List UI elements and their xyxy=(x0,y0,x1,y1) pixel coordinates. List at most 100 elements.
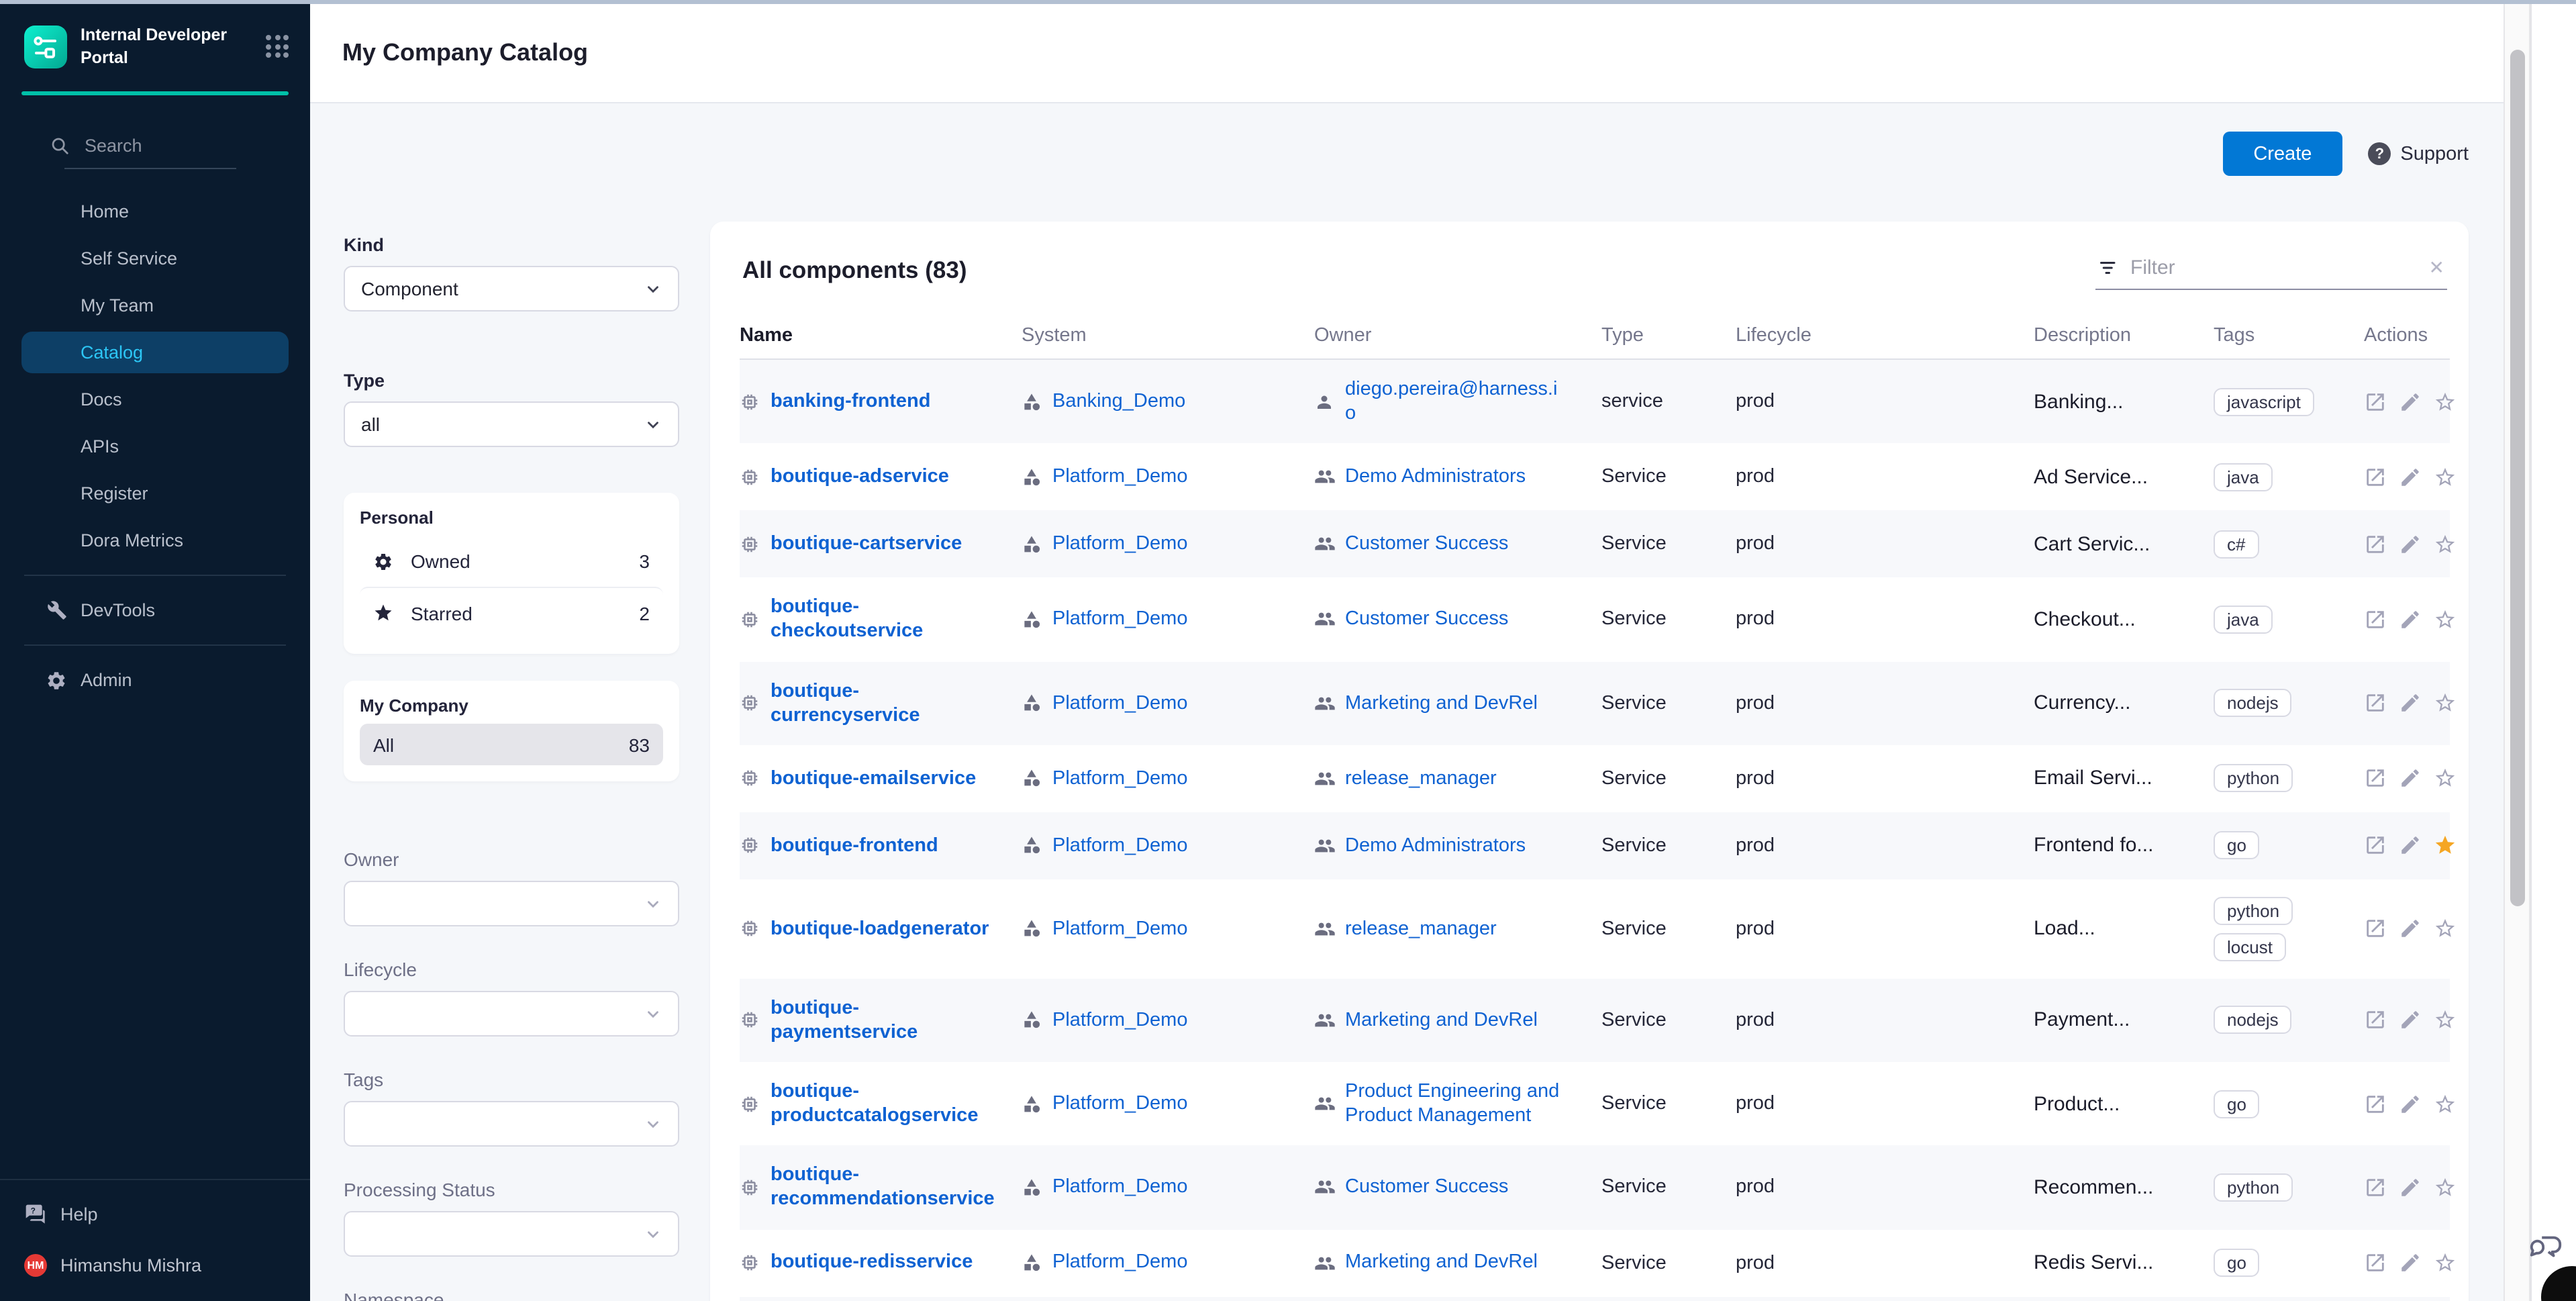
page-scrollbar[interactable] xyxy=(2530,4,2576,1301)
column-header-owner[interactable]: Owner xyxy=(1314,325,1601,346)
system-link[interactable]: Banking_Demo xyxy=(1052,389,1185,414)
owner-link[interactable]: Customer Success xyxy=(1345,608,1508,632)
apps-grid-icon[interactable] xyxy=(266,35,289,58)
company-filter-all[interactable]: All 83 xyxy=(360,724,663,765)
open-in-new-icon[interactable] xyxy=(2364,691,2387,714)
scrollbar-thumb[interactable] xyxy=(2510,50,2525,906)
edit-icon[interactable] xyxy=(2399,1009,2422,1032)
filter-input[interactable] xyxy=(2130,256,2417,279)
sidebar-item-register[interactable]: Register xyxy=(21,473,289,514)
processing-status-select[interactable] xyxy=(344,1211,679,1257)
component-name-link[interactable]: boutique-loadgenerator xyxy=(771,916,989,941)
brand-block[interactable]: Internal Developer Portal xyxy=(0,4,310,85)
user-menu[interactable]: HM Himanshu Mishra xyxy=(24,1254,310,1277)
system-link[interactable]: Platform_Demo xyxy=(1052,1092,1187,1116)
open-in-new-icon[interactable] xyxy=(2364,1092,2387,1115)
edit-icon[interactable] xyxy=(2399,608,2422,631)
type-select[interactable]: all xyxy=(344,401,679,447)
owner-link[interactable]: release_manager xyxy=(1345,916,1497,941)
owner-link[interactable]: Customer Success xyxy=(1345,1175,1508,1200)
open-in-new-icon[interactable] xyxy=(2364,1176,2387,1199)
column-header-description[interactable]: Description xyxy=(2034,325,2214,346)
owner-link[interactable]: Marketing and DevRel xyxy=(1345,691,1538,715)
system-link[interactable]: Platform_Demo xyxy=(1052,1008,1187,1032)
owner-link[interactable]: Product Engineering and Product Manageme… xyxy=(1345,1079,1563,1128)
sidebar-item-docs[interactable]: Docs xyxy=(21,379,289,420)
sidebar-item-admin[interactable]: Admin xyxy=(21,659,289,701)
owner-link[interactable]: diego.pereira@harness.io xyxy=(1345,377,1563,426)
owner-link[interactable]: Demo Administrators xyxy=(1345,465,1526,489)
edit-icon[interactable] xyxy=(2399,918,2422,941)
component-name-link[interactable]: boutique-adservice xyxy=(771,465,949,489)
component-name-link[interactable]: boutique-productcatalogservice xyxy=(771,1079,1001,1128)
open-in-new-icon[interactable] xyxy=(2364,918,2387,941)
star-icon[interactable] xyxy=(2434,1009,2457,1032)
sidebar-item-dora-metrics[interactable]: Dora Metrics xyxy=(21,520,289,561)
personal-filter-starred[interactable]: Starred 2 xyxy=(360,587,663,638)
component-name-link[interactable]: boutique-emailservice xyxy=(771,766,976,790)
edit-icon[interactable] xyxy=(2399,466,2422,489)
open-in-new-icon[interactable] xyxy=(2364,1251,2387,1274)
open-in-new-icon[interactable] xyxy=(2364,767,2387,790)
chat-widget-icon[interactable] xyxy=(2528,1230,2564,1266)
component-name-link[interactable]: boutique-cartservice xyxy=(771,532,962,556)
star-icon[interactable] xyxy=(2434,691,2457,714)
lifecycle-select[interactable] xyxy=(344,991,679,1037)
sidebar-item-apis[interactable]: APIs xyxy=(21,426,289,467)
star-icon[interactable] xyxy=(2434,466,2457,489)
column-header-lifecycle[interactable]: Lifecycle xyxy=(1736,325,2034,346)
sidebar-item-my-team[interactable]: My Team xyxy=(21,285,289,326)
sidebar-item-catalog[interactable]: Catalog xyxy=(21,332,289,373)
support-button[interactable]: ? Support xyxy=(2368,142,2469,165)
system-link[interactable]: Platform_Demo xyxy=(1052,916,1187,941)
component-name-link[interactable]: boutique-frontend xyxy=(771,833,938,857)
column-header-type[interactable]: Type xyxy=(1601,325,1736,346)
system-link[interactable]: Platform_Demo xyxy=(1052,1175,1187,1200)
column-header-system[interactable]: System xyxy=(1022,325,1314,346)
owner-link[interactable]: Customer Success xyxy=(1345,532,1508,556)
open-in-new-icon[interactable] xyxy=(2364,608,2387,631)
edit-icon[interactable] xyxy=(2399,1092,2422,1115)
kind-select[interactable]: Component xyxy=(344,266,679,311)
system-link[interactable]: Platform_Demo xyxy=(1052,608,1187,632)
owner-link[interactable]: Demo Administrators xyxy=(1345,833,1526,857)
star-icon[interactable] xyxy=(2434,1092,2457,1115)
component-name-link[interactable]: boutique-redisservice xyxy=(771,1251,973,1275)
clear-filter-icon[interactable]: ✕ xyxy=(2429,256,2444,279)
sidebar-item-devtools[interactable]: DevTools xyxy=(21,589,289,631)
system-link[interactable]: Platform_Demo xyxy=(1052,766,1187,790)
star-icon[interactable] xyxy=(2434,834,2457,857)
create-button[interactable]: Create xyxy=(2222,132,2342,176)
component-name-link[interactable]: boutique-currencyservice xyxy=(771,679,1001,728)
star-icon[interactable] xyxy=(2434,533,2457,556)
star-icon[interactable] xyxy=(2434,608,2457,631)
star-icon[interactable] xyxy=(2434,767,2457,790)
edit-icon[interactable] xyxy=(2399,390,2422,413)
edit-icon[interactable] xyxy=(2399,691,2422,714)
edit-icon[interactable] xyxy=(2399,533,2422,556)
star-icon[interactable] xyxy=(2434,390,2457,413)
system-link[interactable]: Platform_Demo xyxy=(1052,833,1187,857)
sidebar-item-self-service[interactable]: Self Service xyxy=(21,238,289,279)
open-in-new-icon[interactable] xyxy=(2364,533,2387,556)
column-header-tags[interactable]: Tags xyxy=(2214,325,2364,346)
edit-icon[interactable] xyxy=(2399,1251,2422,1274)
star-icon[interactable] xyxy=(2434,918,2457,941)
help-button[interactable]: ? Help xyxy=(24,1203,310,1224)
component-name-link[interactable]: banking-frontend xyxy=(771,389,930,414)
system-link[interactable]: Platform_Demo xyxy=(1052,532,1187,556)
owner-link[interactable]: release_manager xyxy=(1345,766,1497,790)
sidebar-item-home[interactable]: Home xyxy=(21,191,289,232)
open-in-new-icon[interactable] xyxy=(2364,834,2387,857)
owner-link[interactable]: Marketing and DevRel xyxy=(1345,1251,1538,1275)
owner-link[interactable]: Marketing and DevRel xyxy=(1345,1008,1538,1032)
owner-select[interactable] xyxy=(344,881,679,926)
personal-filter-owned[interactable]: Owned 3 xyxy=(360,536,663,587)
system-link[interactable]: Platform_Demo xyxy=(1052,1251,1187,1275)
star-icon[interactable] xyxy=(2434,1251,2457,1274)
content-scrollbar[interactable] xyxy=(2504,4,2530,1301)
component-name-link[interactable]: boutique-checkoutservice xyxy=(771,595,1001,644)
sidebar-search[interactable]: Search xyxy=(50,136,310,156)
column-header-name[interactable]: Name xyxy=(740,325,1022,346)
component-name-link[interactable]: boutique-recommendationservice xyxy=(771,1163,1001,1212)
